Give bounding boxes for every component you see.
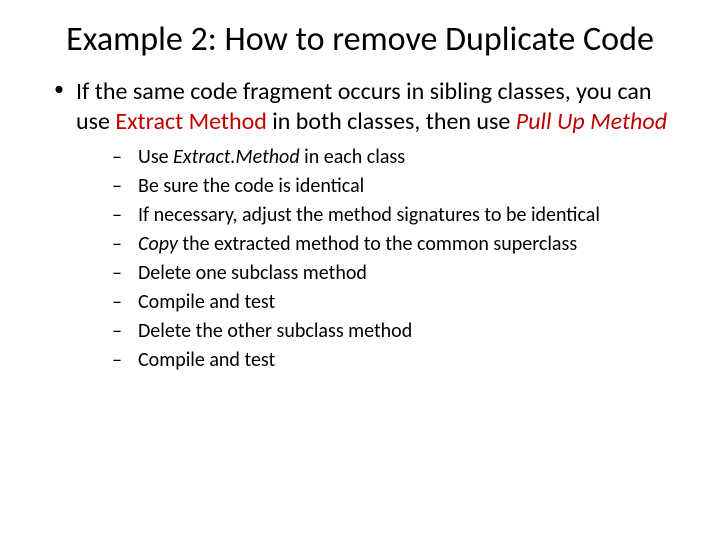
list-item: Delete the other subclass method <box>112 317 680 346</box>
bullet-list-level1: If the same code fragment occurs in sibl… <box>50 77 680 375</box>
step-pre: If necessary, adjust the method signatur… <box>138 203 600 227</box>
step-pre: Compile and test <box>138 348 275 372</box>
intro-bullet: If the same code fragment occurs in sibl… <box>50 77 680 375</box>
step-em: Copy <box>138 232 178 256</box>
slide-title: Example 2: How to remove Duplicate Code <box>60 20 660 59</box>
step-pre: Delete the other subclass method <box>138 319 412 343</box>
list-item: Delete one subclass method <box>112 259 680 288</box>
intro-text-mid: in both classes, then use <box>267 107 516 136</box>
step-pre: Use <box>138 145 173 169</box>
bullet-list-level2: Use Extract.Method in each class Be sure… <box>112 143 680 375</box>
step-pre: Be sure the code is identical <box>138 174 364 198</box>
list-item: Copy the extracted method to the common … <box>112 230 680 259</box>
intro-red-2: Pull Up Method <box>516 107 667 136</box>
step-pre: Compile and test <box>138 290 275 314</box>
step-post: in each class <box>300 145 405 169</box>
step-post: the extracted method to the common super… <box>178 232 577 256</box>
step-pre: Delete one subclass method <box>138 261 367 285</box>
slide: Example 2: How to remove Duplicate Code … <box>0 0 720 540</box>
step-em: Extract.Method <box>173 145 299 169</box>
list-item: Use Extract.Method in each class <box>112 143 680 172</box>
list-item: Compile and test <box>112 346 680 375</box>
intro-red-1: Extract Method <box>115 107 266 136</box>
list-item: Compile and test <box>112 288 680 317</box>
list-item: Be sure the code is identical <box>112 172 680 201</box>
list-item: If necessary, adjust the method signatur… <box>112 201 680 230</box>
